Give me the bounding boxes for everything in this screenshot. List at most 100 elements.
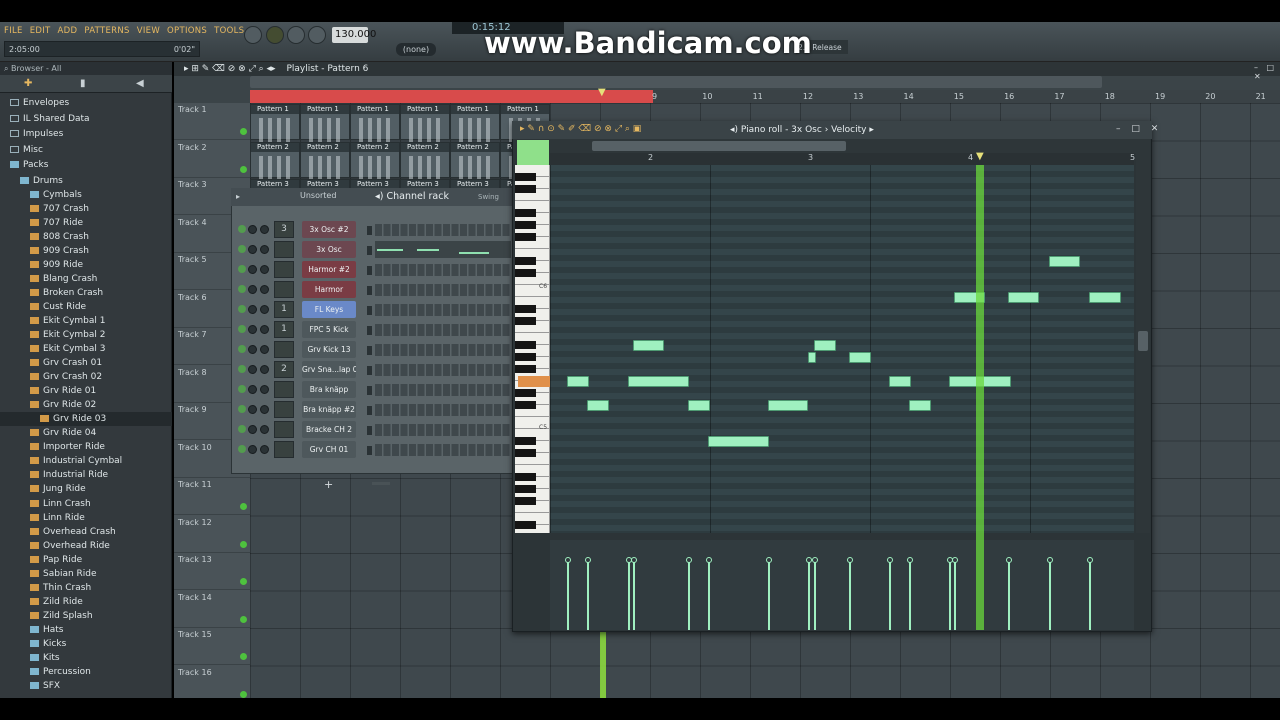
channel-filter[interactable]: Unsorted <box>300 191 336 200</box>
browser-item[interactable]: Grv Ride 01 <box>0 384 172 398</box>
channel-select[interactable] <box>367 406 372 415</box>
piano-roll-note[interactable] <box>889 376 911 387</box>
browser-item[interactable]: Industrial Ride <box>0 468 172 482</box>
volume-knob[interactable] <box>260 345 269 354</box>
channel-select[interactable] <box>367 306 372 315</box>
step-sequencer[interactable] <box>375 344 511 356</box>
browser-item[interactable]: Pap Ride <box>0 553 172 567</box>
browser-item[interactable]: Hats <box>0 623 172 637</box>
step-sequencer[interactable] <box>375 304 511 316</box>
velocity-handle[interactable] <box>766 557 772 563</box>
channel-mute-led[interactable] <box>238 245 246 253</box>
playlist-clip[interactable]: Pattern 2 <box>400 141 450 182</box>
channel-name-button[interactable]: 3x Osc #2 <box>302 221 356 238</box>
velocity-stem[interactable] <box>808 560 810 630</box>
volume-knob[interactable] <box>260 405 269 414</box>
channel-row[interactable]: Bracke CH 2 <box>232 420 512 440</box>
velocity-handle[interactable] <box>887 557 893 563</box>
black-key[interactable] <box>515 173 536 181</box>
channel-name-button[interactable]: Bra knäpp #2 <box>302 401 356 418</box>
channel-mute-led[interactable] <box>238 225 246 233</box>
track-header[interactable]: Track 2 <box>174 141 250 178</box>
mini-piano-roll[interactable] <box>375 241 511 258</box>
velocity-stem[interactable] <box>909 560 911 630</box>
playlist-window-buttons[interactable]: – □ ✕ <box>1254 63 1280 81</box>
velocity-stem[interactable] <box>889 560 891 630</box>
browser-item[interactable]: Misc <box>0 143 172 159</box>
channel-name-button[interactable]: FL Keys <box>302 301 356 318</box>
browser-item[interactable]: Zild Ride <box>0 595 172 609</box>
piano-roll-note[interactable] <box>628 376 689 387</box>
add-icon[interactable]: ✚ <box>24 78 32 89</box>
add-channel-button[interactable]: + <box>324 478 333 491</box>
mixer-track-number[interactable] <box>274 261 294 278</box>
track-mute-led[interactable] <box>240 540 247 548</box>
playlist-clip[interactable]: Pattern 2 <box>450 141 500 182</box>
piano-roll-note[interactable] <box>708 436 769 447</box>
track-mute-led[interactable] <box>240 503 247 510</box>
mixer-track-number[interactable]: 3 <box>274 221 294 238</box>
tempo-display[interactable]: 130.000 <box>332 27 376 43</box>
step-sequencer[interactable] <box>375 284 511 296</box>
velocity-stem[interactable] <box>628 560 630 630</box>
black-key[interactable] <box>515 341 536 349</box>
volume-knob[interactable] <box>260 285 269 294</box>
velocity-handle[interactable] <box>907 557 913 563</box>
channel-row[interactable]: Harmor <box>232 280 512 300</box>
channel-name-button[interactable]: Grv Sna...lap 08 <box>302 361 356 378</box>
browser-item[interactable]: Blang Crash <box>0 272 172 286</box>
black-key[interactable] <box>515 317 536 325</box>
playlist-clip[interactable]: Pattern 2 <box>350 141 400 182</box>
piano-roll-note[interactable] <box>1089 292 1121 303</box>
velocity-stem[interactable] <box>1089 560 1091 630</box>
file-icon[interactable]: ▮ <box>80 78 86 89</box>
piano-roll-note[interactable] <box>768 400 808 411</box>
velocity-stem[interactable] <box>949 560 951 630</box>
channel-select[interactable] <box>367 246 372 255</box>
volume-knob[interactable] <box>260 305 269 314</box>
channel-select[interactable] <box>367 346 372 355</box>
channel-row[interactable]: Bra knäpp #2 <box>232 400 512 420</box>
browser-item[interactable]: Ekit Cymbal 1 <box>0 314 172 328</box>
black-key[interactable] <box>515 269 536 277</box>
volume-knob[interactable] <box>260 385 269 394</box>
browser-item[interactable]: 808 Crash <box>0 230 172 244</box>
record-button[interactable] <box>308 26 326 44</box>
velocity-handle[interactable] <box>847 557 853 563</box>
loop-region[interactable] <box>250 90 653 103</box>
menu-options[interactable]: OPTIONS <box>167 26 207 36</box>
track-mute-led[interactable] <box>240 690 247 698</box>
channel-select[interactable] <box>367 386 372 395</box>
browser-item[interactable]: Overhead Crash <box>0 525 172 539</box>
browser-item[interactable]: Percussion <box>0 665 172 679</box>
playlist-tools-icon[interactable]: ▸ ⊞ ✎ ⌫ ⊘ ⊗ ⤢ ⌕ ◂▸ <box>184 64 276 74</box>
volume-knob[interactable] <box>260 445 269 454</box>
piano-roll-tools-icon[interactable]: ▸ ✎ ∩ ⊙ ✎ ✐ ⌫ ⊘ ⊗ ⤢ ⌕ ▣ <box>520 124 641 134</box>
channel-name-button[interactable]: Grv CH 01 <box>302 441 356 458</box>
volume-knob[interactable] <box>260 265 269 274</box>
step-sequencer[interactable] <box>375 264 511 276</box>
channel-mute-led[interactable] <box>238 305 246 313</box>
velocity-stem[interactable] <box>587 560 589 630</box>
pattern-selector[interactable]: (none) <box>396 43 436 56</box>
black-key[interactable] <box>515 389 536 397</box>
track-header[interactable]: Track 11 <box>174 478 250 515</box>
velocity-handle[interactable] <box>1087 557 1093 563</box>
play-button[interactable] <box>266 26 284 44</box>
velocity-stem[interactable] <box>688 560 690 630</box>
browser-item[interactable]: 909 Crash <box>0 244 172 258</box>
velocity-handle[interactable] <box>812 557 818 563</box>
browser-item[interactable]: Jung Ride <box>0 482 172 496</box>
browser-item[interactable]: Grv Crash 02 <box>0 370 172 384</box>
channel-mute-led[interactable] <box>238 365 246 373</box>
channel-row[interactable]: 3 3x Osc #2 <box>232 220 512 240</box>
playlist-clip[interactable]: Pattern 1 <box>400 104 450 144</box>
piano-roll-note[interactable] <box>814 340 836 351</box>
browser-item[interactable]: IL Shared Data <box>0 112 172 128</box>
black-key[interactable] <box>515 401 536 409</box>
speaker-icon[interactable]: ◀ <box>136 78 144 89</box>
velocity-stem[interactable] <box>1049 560 1051 630</box>
step-sequencer[interactable] <box>375 384 511 396</box>
pan-knob[interactable] <box>248 445 257 454</box>
step-sequencer[interactable] <box>375 324 511 336</box>
